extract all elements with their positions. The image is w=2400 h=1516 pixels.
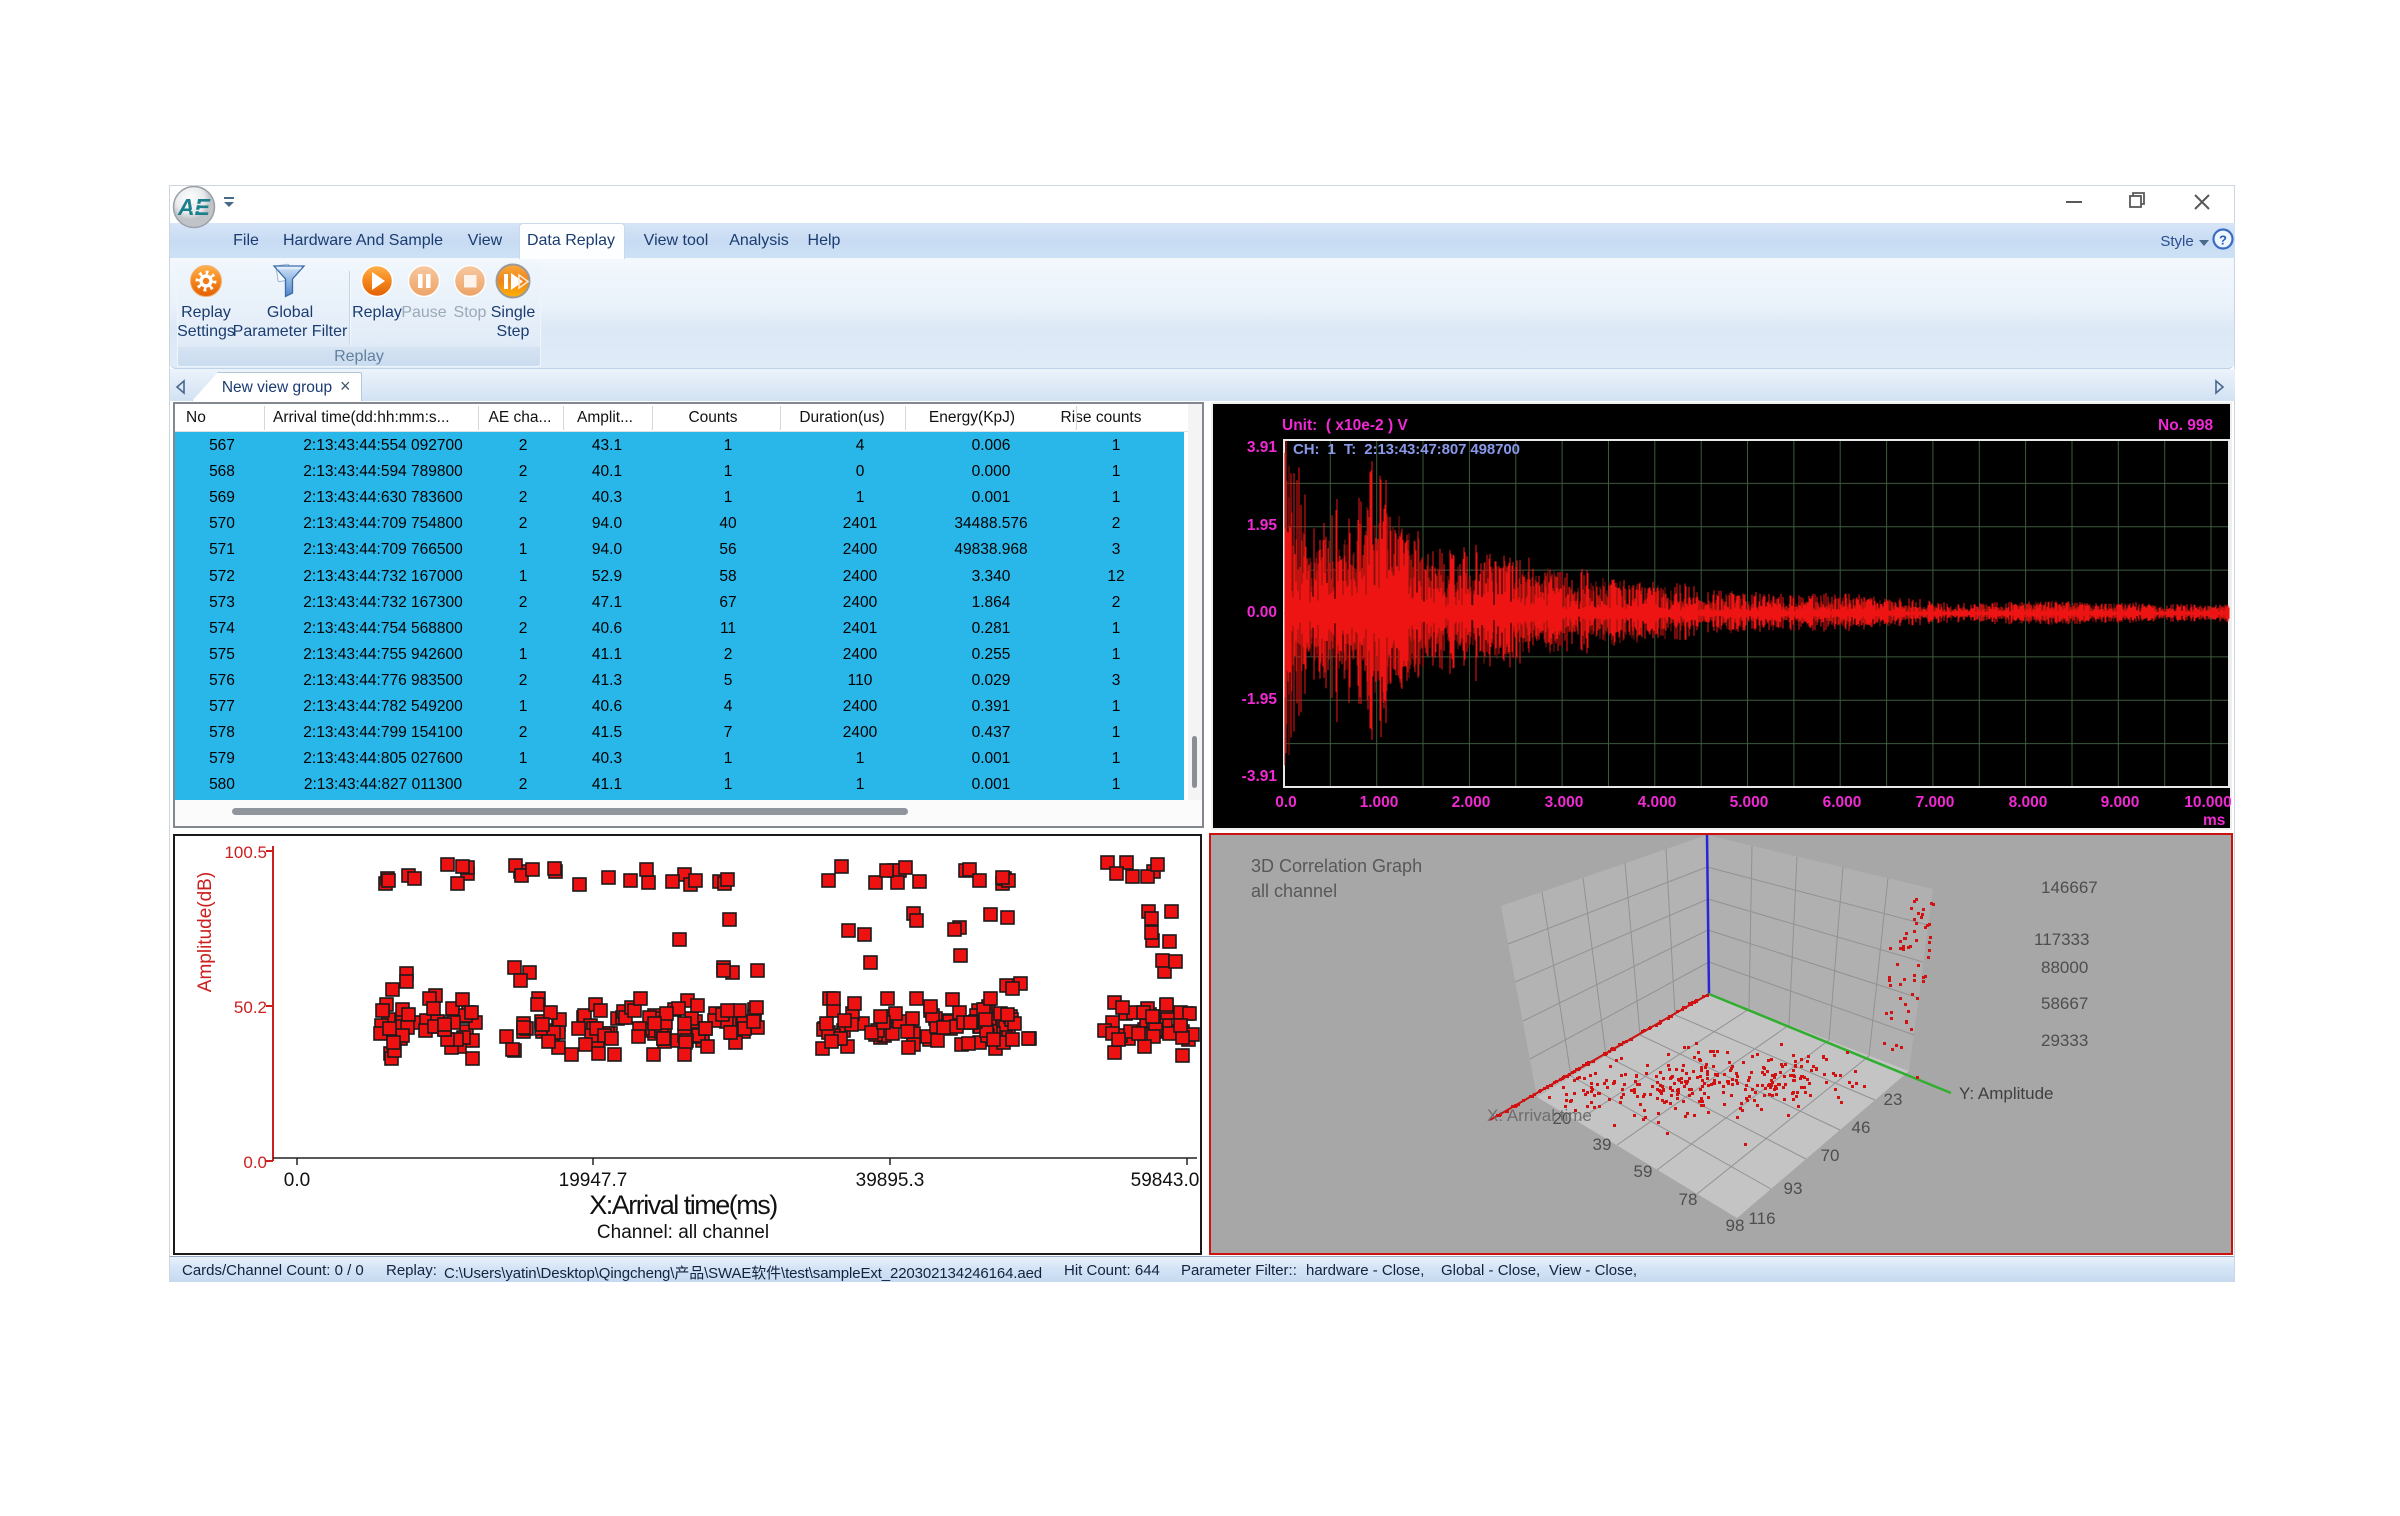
svg-text:?: ?	[2219, 233, 2227, 248]
svg-text:AE: AE	[177, 194, 211, 220]
